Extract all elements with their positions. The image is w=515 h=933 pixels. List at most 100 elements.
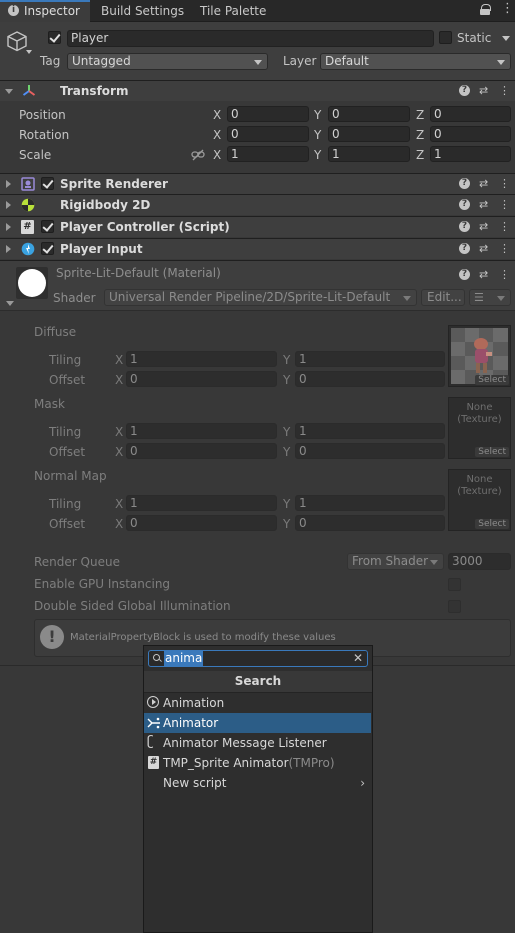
render-queue-mode-dropdown[interactable]: From Shader	[347, 553, 444, 570]
normal-tiling-y-field[interactable]: 1	[295, 495, 445, 511]
listener-icon: ʗ	[147, 734, 154, 749]
transform-header[interactable]: Transform ? ⇄ ⋮	[0, 80, 515, 101]
double-sided-gi-checkbox[interactable]	[448, 600, 461, 613]
more-icon[interactable]: ⋮	[499, 268, 510, 281]
more-options-icon[interactable]: ⋮	[501, 1, 514, 16]
presets-icon[interactable]: ⇄	[479, 268, 488, 281]
player-controller-header[interactable]: # Player Controller (Script) ? ⇄ ⋮	[0, 216, 515, 237]
list-item-label: Animator Message Listener	[163, 736, 327, 750]
presets-icon[interactable]: ⇄	[479, 220, 488, 233]
shader-value: Universal Render Pipeline/2D/Sprite-Lit-…	[109, 290, 391, 304]
position-x-field[interactable]: 0	[227, 106, 309, 122]
normal-select-button[interactable]: Select	[475, 519, 509, 529]
normal-texture-none: None (Texture)	[457, 474, 502, 497]
diffuse-tiling-x-field[interactable]: 1	[126, 351, 277, 367]
normal-texture-slot[interactable]: None (Texture) Select	[448, 469, 511, 531]
scale-x-field[interactable]: 1	[227, 146, 309, 162]
foldout-arrow-icon[interactable]	[6, 223, 11, 231]
list-item-animation[interactable]: Animation	[144, 693, 371, 713]
transform-header-icons: ? ⇄ ⋮	[459, 84, 510, 98]
gpu-instancing-checkbox[interactable]	[448, 578, 461, 591]
gpu-instancing-label: Enable GPU Instancing	[34, 577, 171, 591]
static-checkbox[interactable]	[439, 31, 452, 44]
help-icon[interactable]: ?	[459, 243, 470, 254]
material-header-icons: ? ⇄ ⋮	[459, 268, 510, 282]
rotation-x-axis: X	[213, 128, 222, 142]
diffuse-texture-slot[interactable]: Select	[448, 325, 511, 387]
layer-dropdown[interactable]: Default	[320, 53, 511, 70]
static-dropdown-caret[interactable]	[502, 36, 510, 41]
rotation-z-field[interactable]: 0	[430, 126, 511, 142]
object-name-field[interactable]: Player	[67, 30, 434, 47]
clear-search-icon[interactable]: ✕	[353, 651, 363, 666]
help-icon[interactable]: ?	[459, 178, 470, 189]
player-input-header[interactable]: Player Input ? ⇄ ⋮	[0, 238, 515, 259]
tab-build-settings[interactable]: Build Settings	[90, 0, 190, 22]
mask-offset-y-field[interactable]: 0	[295, 443, 445, 459]
tag-dropdown[interactable]: Untagged	[67, 53, 268, 70]
more-icon[interactable]: ⋮	[499, 198, 510, 211]
material-fold-arrow-icon[interactable]	[6, 301, 14, 306]
shader-dropdown[interactable]: Universal Render Pipeline/2D/Sprite-Lit-…	[104, 289, 417, 306]
foldout-arrow-icon[interactable]	[5, 89, 13, 94]
shader-options-dropdown[interactable]: ☰	[469, 289, 511, 306]
normal-tiling-x-field[interactable]: 1	[126, 495, 277, 511]
sprite-renderer-header[interactable]: Sprite Renderer ? ⇄ ⋮	[0, 173, 515, 194]
icon-dropdown-caret[interactable]	[26, 50, 32, 54]
diffuse-select-button[interactable]: Select	[475, 375, 509, 385]
scale-y-field[interactable]: 1	[328, 146, 410, 162]
help-icon[interactable]: ?	[459, 269, 470, 280]
presets-icon[interactable]: ⇄	[479, 84, 488, 97]
render-queue-value-field[interactable]: 3000	[448, 553, 511, 570]
material-name: Sprite-Lit-Default (Material)	[56, 266, 221, 280]
more-icon[interactable]: ⋮	[499, 242, 510, 255]
foldout-arrow-icon[interactable]	[6, 245, 11, 253]
normal-offset-x-field[interactable]: 0	[126, 515, 277, 531]
tab-tile-palette[interactable]: Tile Palette	[190, 0, 280, 22]
more-icon[interactable]: ⋮	[499, 177, 510, 190]
diffuse-offset-x-field[interactable]: 0	[126, 371, 277, 387]
position-z-field[interactable]: 0	[430, 106, 511, 122]
position-x-axis: X	[213, 108, 222, 122]
active-checkbox[interactable]	[48, 31, 61, 44]
tab-inspector[interactable]: i Inspector	[0, 0, 90, 22]
rotation-x-field[interactable]: 0	[227, 126, 309, 142]
constrain-proportions-icon[interactable]	[191, 149, 205, 161]
scale-z-field[interactable]: 1	[430, 146, 511, 162]
foldout-arrow-icon[interactable]	[6, 180, 11, 188]
normal-offset-y-field[interactable]: 0	[295, 515, 445, 531]
list-item-animator[interactable]: Animator	[144, 713, 371, 733]
presets-icon[interactable]: ⇄	[479, 198, 488, 211]
mask-tiling-y-field[interactable]: 1	[295, 423, 445, 439]
rotation-y-field[interactable]: 0	[328, 126, 410, 142]
help-icon[interactable]: ?	[459, 221, 470, 232]
help-icon[interactable]: ?	[459, 199, 470, 210]
player-input-enabled-checkbox[interactable]	[41, 242, 54, 255]
position-y-field[interactable]: 0	[328, 106, 410, 122]
list-item-new-script[interactable]: New script ›	[144, 773, 371, 793]
player-controller-enabled-checkbox[interactable]	[41, 220, 54, 233]
list-item-label: New script	[163, 776, 227, 790]
mask-offset-y-axis: Y	[283, 445, 291, 459]
shader-edit-button[interactable]: Edit...	[421, 289, 465, 306]
rigidbody-2d-header[interactable]: Rigidbody 2D ? ⇄ ⋮	[0, 194, 515, 215]
more-icon[interactable]: ⋮	[499, 220, 510, 233]
diffuse-tiling-y-field[interactable]: 1	[295, 351, 445, 367]
normal-offset-y-axis: Y	[283, 517, 291, 531]
diffuse-offset-y-field[interactable]: 0	[295, 371, 445, 387]
help-icon[interactable]: ?	[459, 85, 470, 96]
mask-tiling-x-field[interactable]: 1	[126, 423, 277, 439]
sprite-renderer-enabled-checkbox[interactable]	[41, 177, 54, 190]
search-field[interactable]: anima ✕	[148, 650, 368, 667]
player-controller-title: Player Controller (Script)	[60, 220, 230, 234]
presets-icon[interactable]: ⇄	[479, 242, 488, 255]
mask-offset-x-field[interactable]: 0	[126, 443, 277, 459]
more-icon[interactable]: ⋮	[499, 84, 510, 97]
presets-icon[interactable]: ⇄	[479, 177, 488, 190]
mask-select-button[interactable]: Select	[475, 447, 509, 457]
list-item-animator-message-listener[interactable]: ʗ Animator Message Listener	[144, 733, 371, 753]
normal-tiling-x-axis: X	[115, 497, 124, 511]
mask-texture-slot[interactable]: None (Texture) Select	[448, 397, 511, 459]
list-item-tmp-sprite-animator[interactable]: # TMP_Sprite Animator(TMPro)	[144, 753, 371, 773]
foldout-arrow-icon[interactable]	[6, 201, 11, 209]
